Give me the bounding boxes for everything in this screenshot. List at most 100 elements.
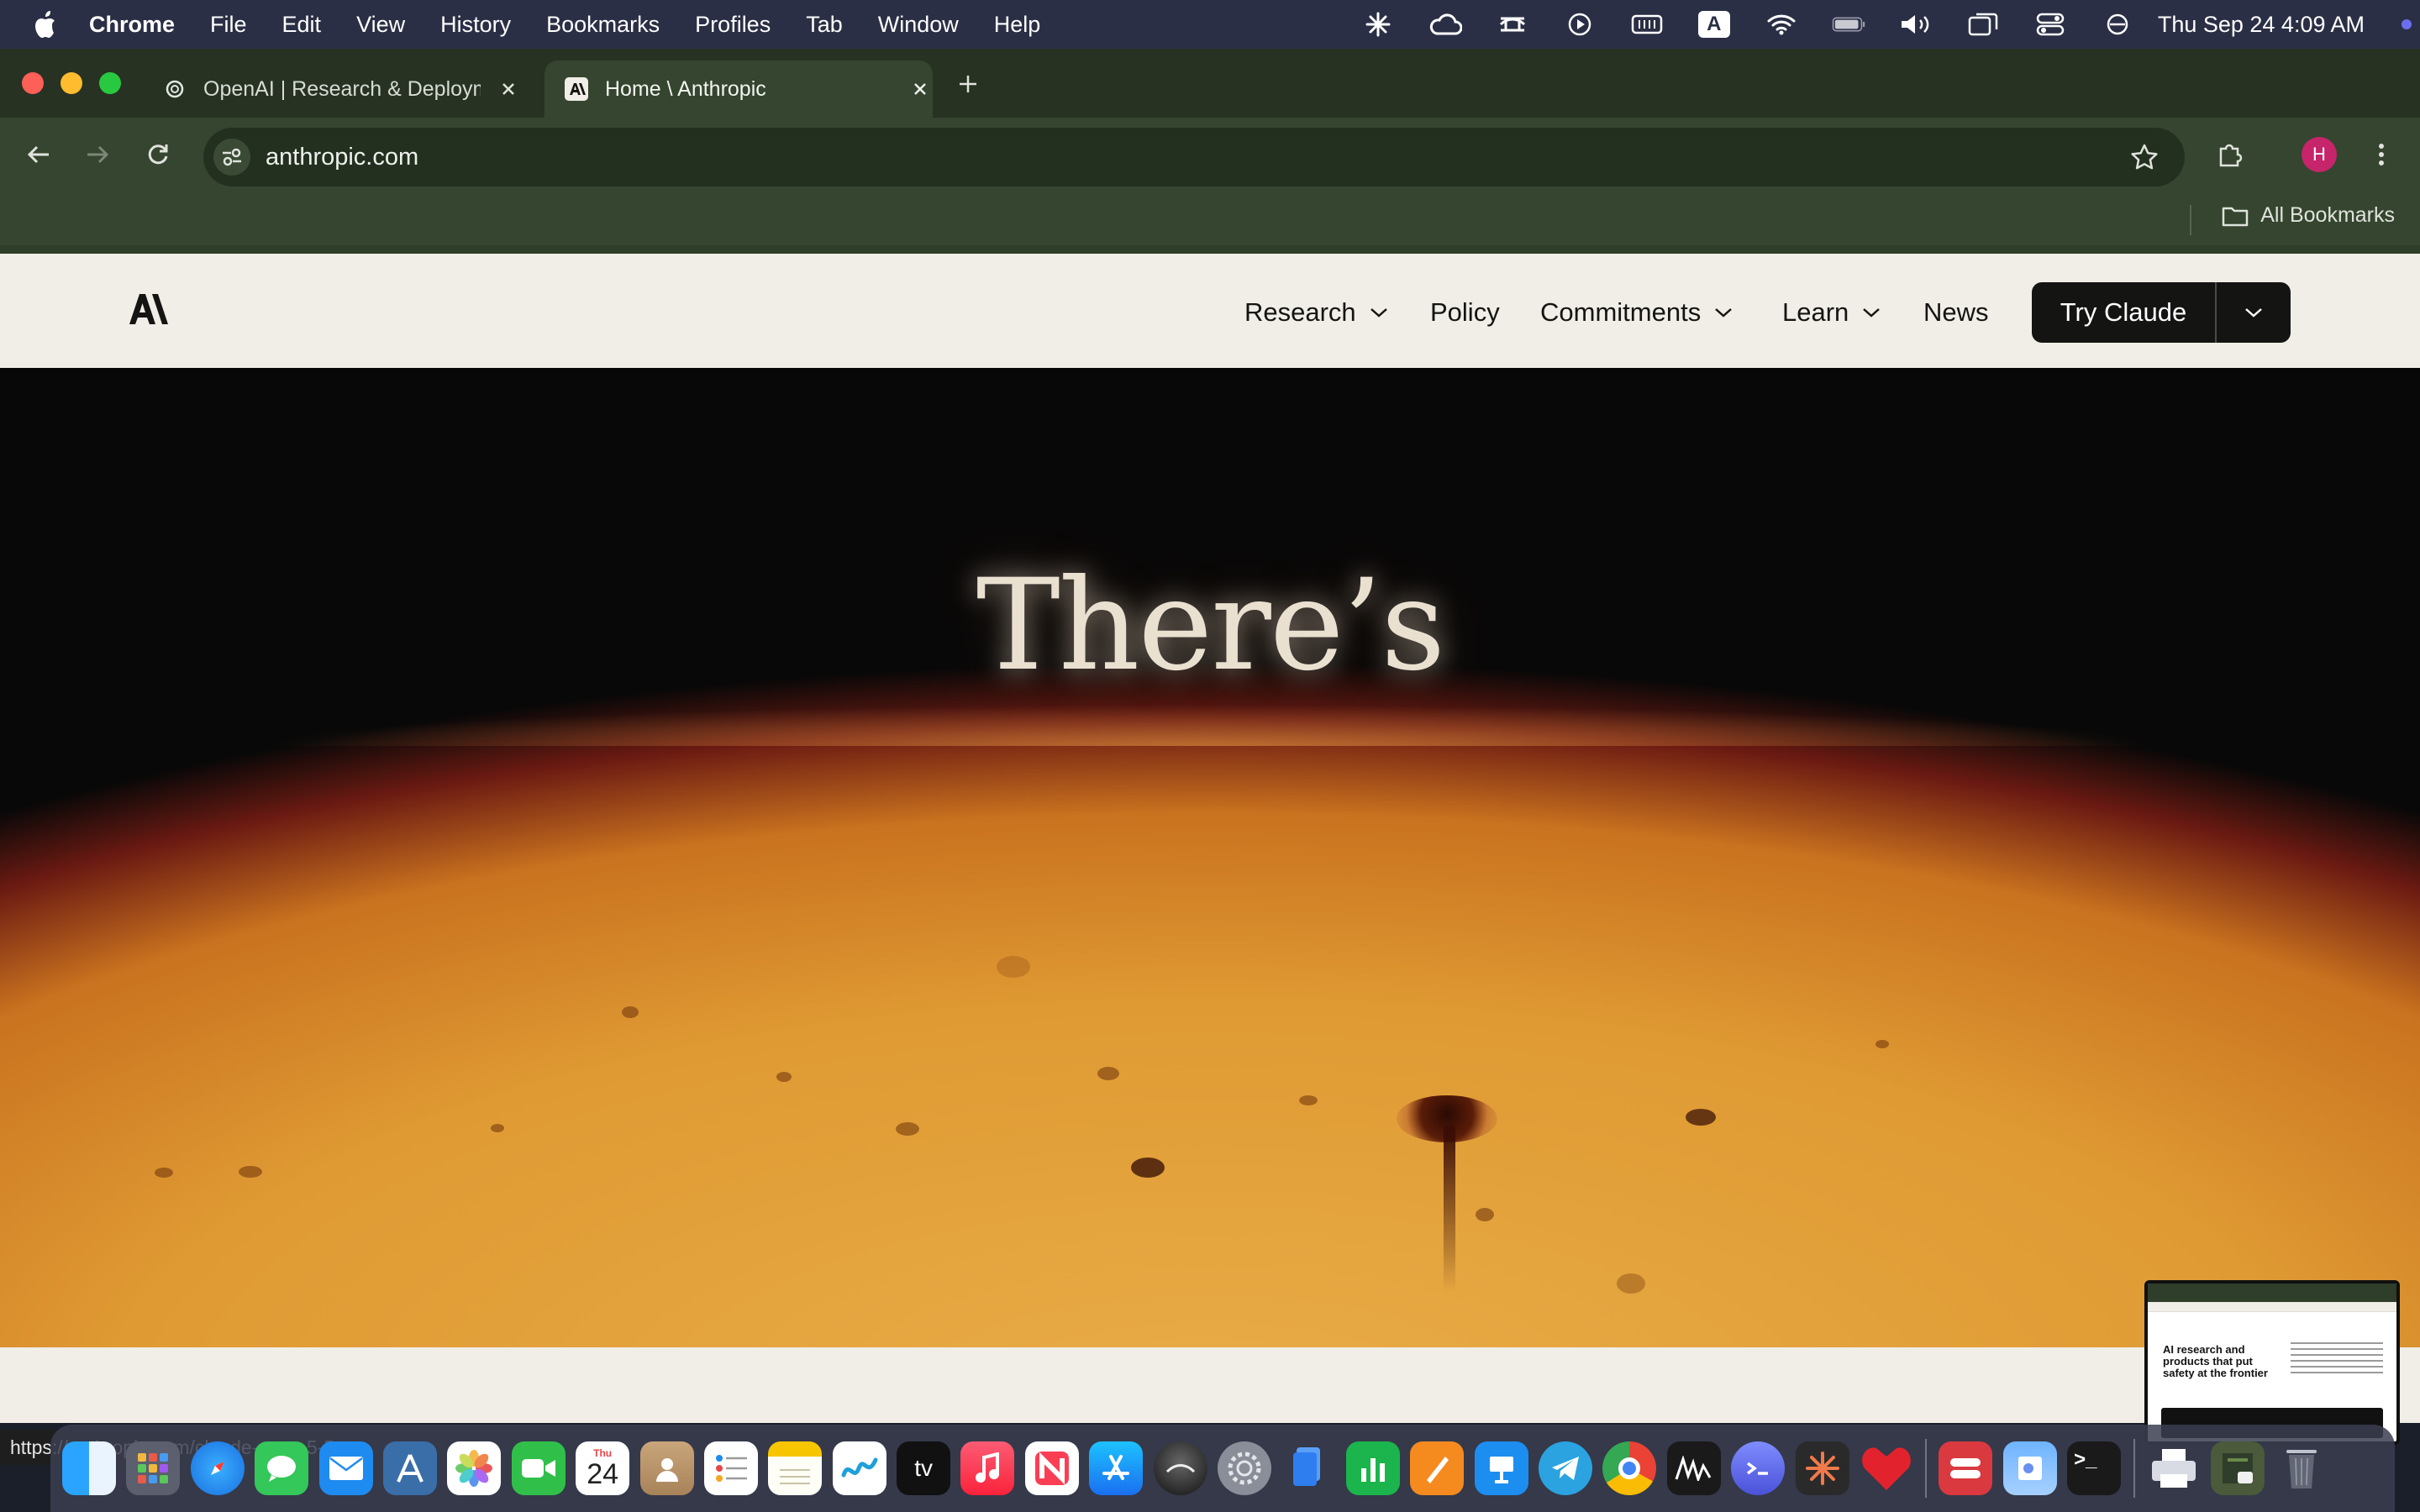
tv-icon[interactable]: tv <box>897 1441 951 1495</box>
raycast-icon[interactable] <box>1153 1441 1207 1495</box>
liquid-drop <box>1299 1095 1318 1105</box>
printer-icon[interactable] <box>2147 1441 2201 1495</box>
menu-tab[interactable]: Tab <box>806 12 843 38</box>
freeform-icon[interactable] <box>832 1441 886 1495</box>
music-icon[interactable] <box>960 1441 1015 1495</box>
nav-research[interactable]: Research <box>1244 294 1388 331</box>
dialog-app-icon[interactable] <box>1731 1441 1786 1495</box>
apple-icon[interactable] <box>34 10 60 39</box>
close-tab-icon[interactable] <box>908 76 933 102</box>
reminders-icon[interactable] <box>703 1441 758 1495</box>
forward-arrow-icon[interactable] <box>79 136 116 173</box>
activity-monitor-icon[interactable] <box>1666 1441 1721 1495</box>
finder-icon[interactable] <box>62 1441 116 1495</box>
nav-news[interactable]: News <box>1923 294 1989 331</box>
facetime-icon[interactable] <box>511 1441 566 1495</box>
keyboard-icon[interactable] <box>1630 12 1664 37</box>
expressvpn-icon[interactable] <box>1939 1441 1993 1495</box>
minimize-window-button[interactable] <box>60 72 82 94</box>
nav-commitments[interactable]: Commitments <box>1540 294 1733 331</box>
terminal-icon[interactable]: >_ <box>2067 1441 2122 1495</box>
play-circle-icon[interactable] <box>1563 12 1597 37</box>
notes-icon[interactable] <box>768 1441 823 1495</box>
reload-icon[interactable] <box>139 136 176 173</box>
new-tab-plus-icon[interactable] <box>953 69 983 99</box>
heart-app-icon[interactable] <box>1860 1441 1913 1495</box>
calendar-icon[interactable]: Thu 24 <box>576 1441 630 1495</box>
site-settings-icon[interactable] <box>213 139 250 176</box>
liquid-drop <box>155 1168 173 1178</box>
tab-openai[interactable]: OpenAI | Research & Deployment <box>143 60 538 118</box>
liquid-drop <box>896 1122 919 1136</box>
volume-icon[interactable] <box>1899 12 1933 37</box>
chrome-menu-icon[interactable] <box>2365 136 2398 173</box>
bridge-icon[interactable] <box>1496 12 1529 37</box>
hero-video[interactable]: There’s <box>0 368 2420 1347</box>
safari-icon[interactable] <box>190 1441 245 1495</box>
try-claude-button[interactable]: Try Claude <box>2032 282 2291 343</box>
menu-edit[interactable]: Edit <box>282 12 322 38</box>
news-icon[interactable] <box>1024 1441 1079 1495</box>
menu-clock[interactable]: Thu Sep 24 4:09 AM <box>2158 12 2365 38</box>
input-source-icon[interactable]: A <box>1697 11 1731 38</box>
close-window-button[interactable] <box>22 72 44 94</box>
nav-label: Commitments <box>1540 297 1702 327</box>
menu-window[interactable]: Window <box>878 12 959 38</box>
zoom-window-button[interactable] <box>99 72 121 94</box>
menu-bookmarks[interactable]: Bookmarks <box>546 12 660 38</box>
messages-icon[interactable] <box>255 1441 309 1495</box>
cloud-icon[interactable] <box>1428 12 1462 37</box>
claude-icon[interactable] <box>1361 12 1395 37</box>
profile-avatar[interactable]: H <box>2301 136 2338 173</box>
claude-app-icon[interactable] <box>1795 1441 1849 1495</box>
page-thumbnail-preview[interactable]: AI research and products that put safety… <box>2144 1280 2400 1445</box>
try-claude-dropdown-button[interactable] <box>2217 307 2291 318</box>
close-tab-icon[interactable] <box>496 76 521 102</box>
battery-icon[interactable] <box>1832 12 1865 37</box>
wifi-icon[interactable] <box>1765 12 1798 37</box>
menu-help[interactable]: Help <box>994 12 1041 38</box>
menu-profiles[interactable]: Profiles <box>695 12 771 38</box>
files-icon[interactable] <box>1281 1441 1335 1495</box>
system-settings-icon[interactable] <box>1218 1441 1272 1495</box>
url-text[interactable]: anthropic.com <box>266 144 418 171</box>
keynote-icon[interactable] <box>1474 1441 1528 1495</box>
tab-anthropic[interactable]: Home \ Anthropic <box>544 60 933 118</box>
all-bookmarks-button[interactable]: All Bookmarks <box>2222 203 2395 228</box>
telegram-icon[interactable] <box>1538 1441 1592 1495</box>
address-bar[interactable]: anthropic.com <box>203 128 2185 186</box>
menu-app-name[interactable]: Chrome <box>89 12 175 38</box>
preview-nav <box>2148 1302 2396 1312</box>
mail-icon[interactable] <box>318 1441 373 1495</box>
app-store-icon[interactable] <box>1089 1441 1144 1495</box>
tab-title: Home \ Anthropic <box>605 76 766 101</box>
utilities-folder-icon[interactable] <box>2210 1441 2265 1495</box>
folder-icon <box>2222 207 2249 226</box>
preview-icon[interactable] <box>2002 1441 2057 1495</box>
trash-icon[interactable] <box>2275 1441 2328 1495</box>
focus-icon[interactable] <box>2101 12 2134 37</box>
tab-strip: OpenAI | Research & Deployment Home \ An… <box>0 49 2420 118</box>
nav-learn[interactable]: Learn <box>1782 294 1881 331</box>
bookmark-star-icon[interactable] <box>2129 142 2160 172</box>
menu-file[interactable]: File <box>210 12 247 38</box>
numbers-icon[interactable] <box>1345 1441 1400 1495</box>
siri-icon[interactable] <box>2398 12 2415 37</box>
menu-history[interactable]: History <box>440 12 511 38</box>
photos-icon[interactable] <box>447 1441 502 1495</box>
chrome-icon[interactable] <box>1602 1441 1657 1495</box>
back-arrow-icon[interactable] <box>20 136 57 173</box>
nav-policy[interactable]: Policy <box>1430 294 1500 331</box>
menu-view[interactable]: View <box>356 12 405 38</box>
pages-icon[interactable] <box>1410 1441 1465 1495</box>
browser-window: OpenAI | Research & Deployment Home \ An… <box>0 49 2420 1465</box>
screen-mirroring-icon[interactable] <box>1966 12 2000 37</box>
calendar-weekday: Thu <box>593 1447 613 1459</box>
launchpad-icon[interactable] <box>126 1441 181 1495</box>
extensions-puzzle-icon[interactable] <box>2212 136 2249 173</box>
instruments-icon[interactable] <box>382 1441 437 1495</box>
tab-title: OpenAI | Research & Deployment <box>203 76 481 101</box>
control-center-icon[interactable] <box>2033 12 2067 37</box>
chevron-down-icon <box>1370 308 1387 318</box>
contacts-icon[interactable] <box>639 1441 694 1495</box>
